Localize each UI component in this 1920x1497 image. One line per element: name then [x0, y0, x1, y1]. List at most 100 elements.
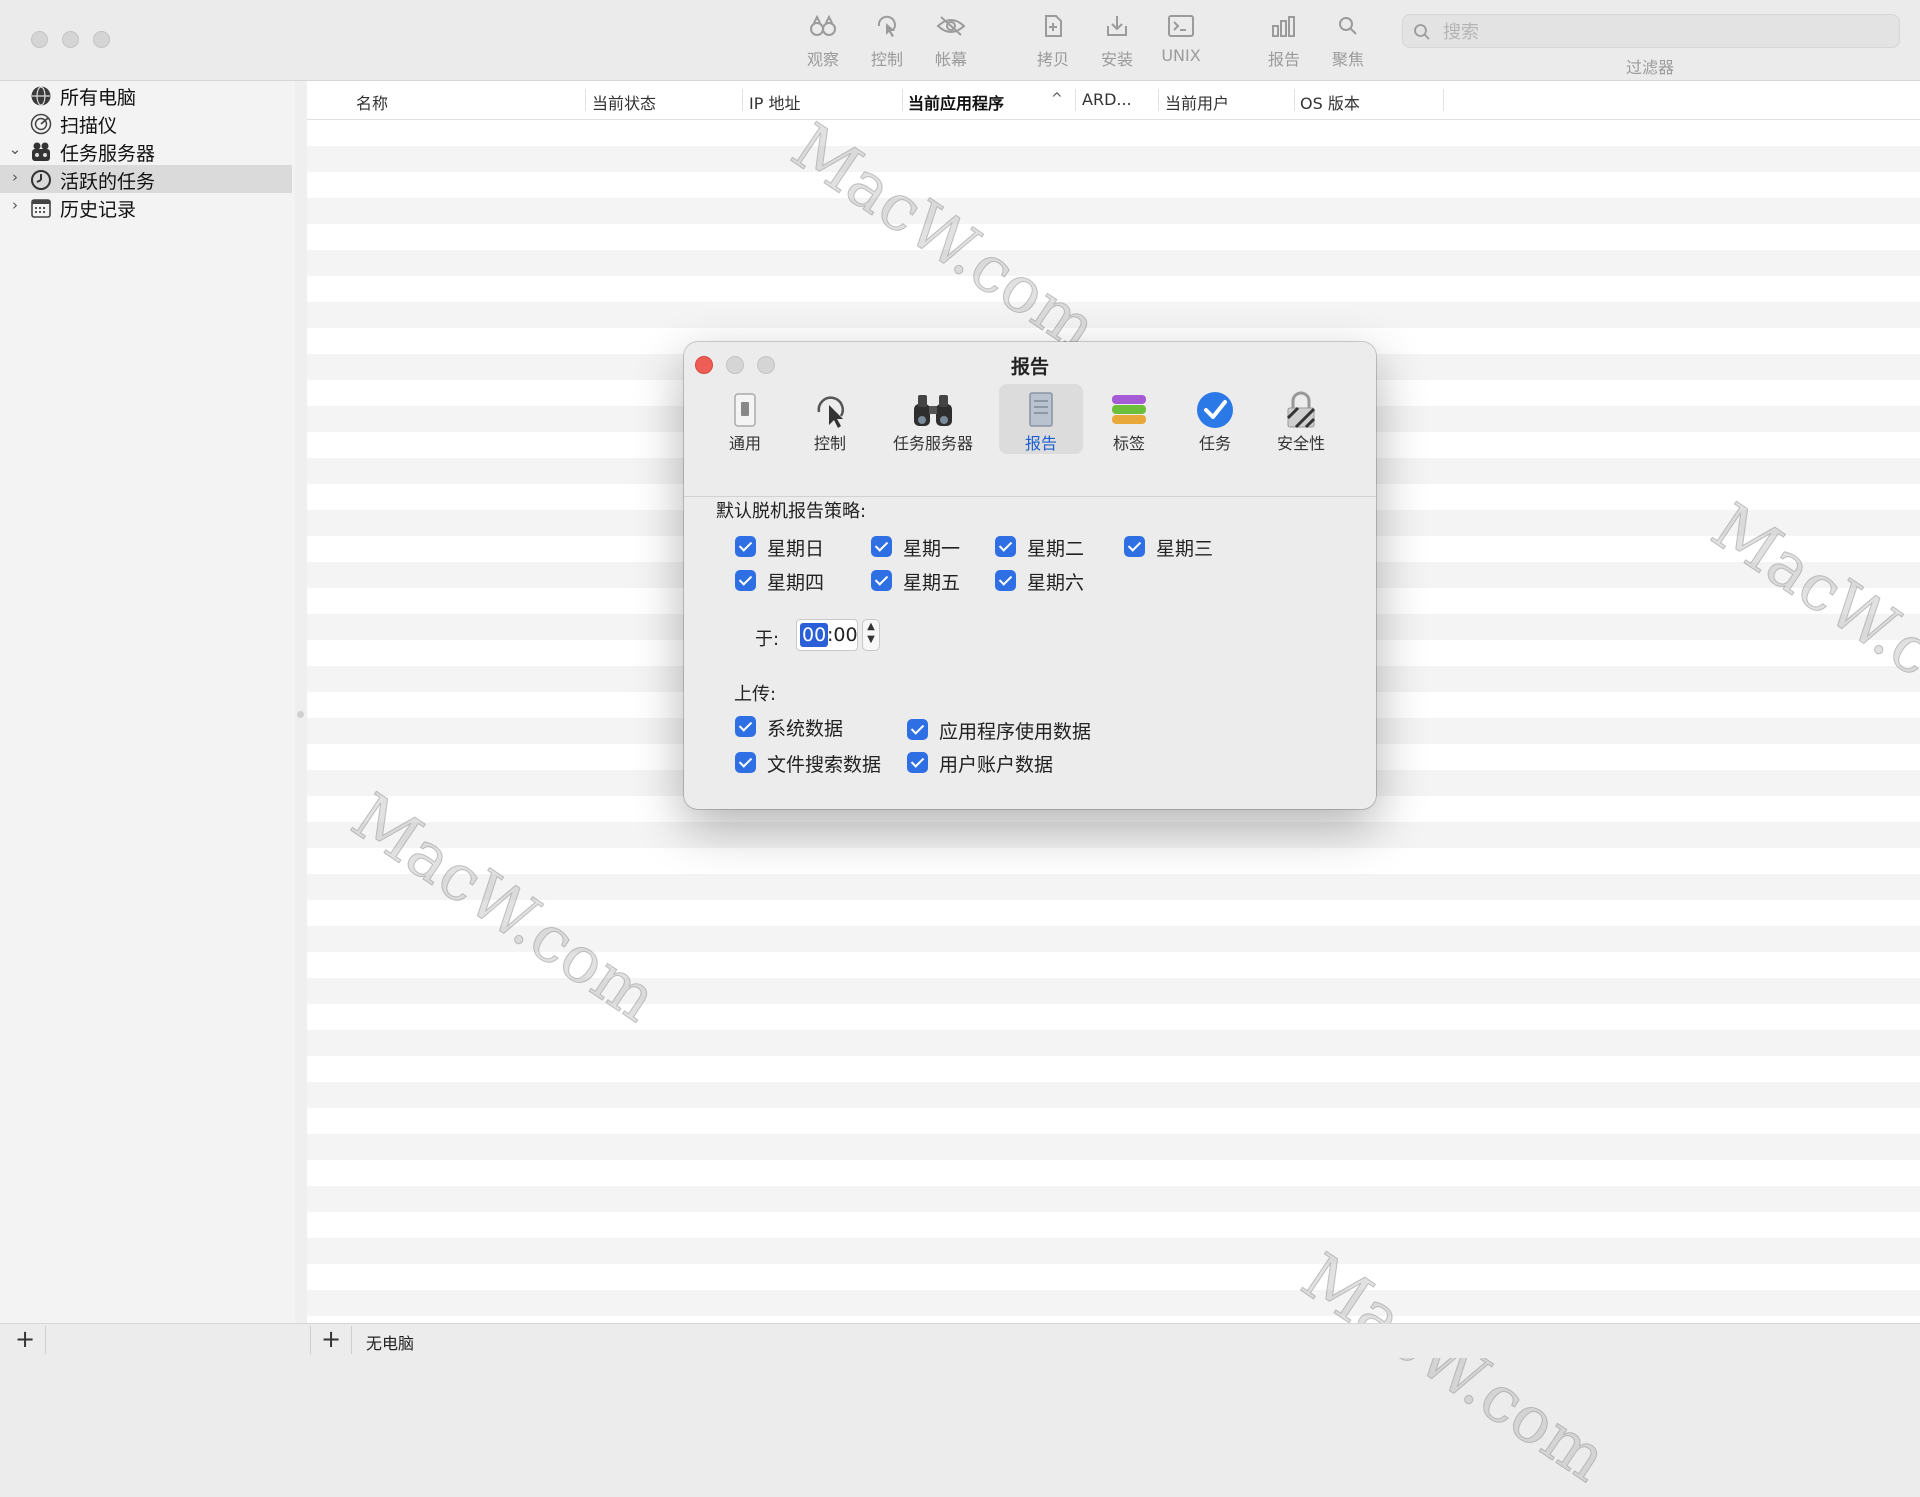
column-header-current-app[interactable]: 当前应用程序	[908, 90, 1004, 114]
checkbox-label: 星期三	[1156, 538, 1214, 560]
tags-stack-icon	[1112, 395, 1146, 424]
tab-control[interactable]: 控制	[788, 384, 872, 454]
time-stepper[interactable]: ▲ ▼	[862, 619, 880, 651]
time-label: 于:	[755, 629, 780, 650]
checkbox-checked[interactable]	[871, 536, 892, 557]
toolbar-install-button[interactable]: 安装	[1085, 14, 1149, 76]
column-divider[interactable]	[1294, 89, 1295, 111]
time-minute-segment[interactable]: :00	[827, 623, 858, 647]
eye-slash-icon	[936, 16, 966, 36]
dialog-title: 报告	[1010, 356, 1049, 378]
column-divider[interactable]	[1158, 89, 1159, 111]
sidebar-chevron: ›	[12, 196, 18, 214]
checkbox-checked[interactable]	[995, 536, 1016, 557]
tab-tasks[interactable]: 任务	[1173, 384, 1257, 454]
toolbar-copy-button[interactable]: 拷贝	[1021, 14, 1085, 76]
column-header-name[interactable]: 名称	[356, 90, 388, 114]
globe-icon	[31, 86, 51, 106]
column-header-status[interactable]: 当前状态	[592, 90, 656, 114]
checkbox-label: 用户账户数据	[939, 754, 1054, 776]
preference-tabs: 通用 控制 任务服务器 报告 标签 任务 安全性	[684, 384, 1376, 497]
sidebar-item-active-tasks[interactable]: › 活跃的任务	[0, 165, 292, 193]
toolbar-label: 安装	[1100, 50, 1133, 69]
sidebar-chevron: ›	[12, 168, 18, 186]
checkbox-checked[interactable]	[907, 719, 928, 740]
toolbar-control-button[interactable]: 控制	[855, 14, 919, 76]
add-computer-button[interactable]: +	[310, 1326, 352, 1354]
checkmark-circle-icon	[1197, 392, 1233, 428]
toolbar-curtain-button[interactable]: 帐幕	[919, 14, 983, 76]
tab-reports[interactable]: 报告	[999, 384, 1083, 454]
column-header-current-user[interactable]: 当前用户	[1165, 90, 1229, 114]
checkbox-checked[interactable]	[995, 570, 1016, 591]
sidebar-chevron: ⌄	[8, 140, 22, 158]
sort-ascending-icon: ^	[1051, 91, 1063, 107]
tab-security[interactable]: 安全性	[1259, 384, 1343, 454]
sidebar-item-label: 任务服务器	[60, 143, 156, 165]
column-header-ip[interactable]: IP 地址	[749, 90, 800, 114]
scanner-radar-icon	[30, 113, 52, 135]
tab-label: 报告	[1024, 434, 1057, 453]
column-header-ard[interactable]: ARD...	[1082, 90, 1132, 109]
toolbar-label: 聚焦	[1331, 50, 1364, 69]
time-input[interactable]: 00 :00	[796, 619, 858, 651]
table-header: 名称 当前状态 IP 地址 当前应用程序 ^ ARD... 当前用户 OS 版本	[307, 81, 1920, 120]
sidebar-item-history[interactable]: › 历史记录	[0, 193, 292, 221]
column-divider[interactable]	[742, 89, 743, 111]
toolbar-observe-button[interactable]: 观察	[791, 14, 855, 76]
toolbar-label: 拷贝	[1036, 50, 1069, 69]
close-window-button[interactable]	[31, 31, 48, 48]
splitter-handle[interactable]	[297, 711, 304, 718]
search-field[interactable]	[1402, 14, 1900, 48]
column-divider[interactable]	[1075, 89, 1076, 111]
sidebar-item-all-computers[interactable]: 所有电脑	[0, 81, 292, 109]
checkbox-label: 应用程序使用数据	[939, 721, 1092, 743]
checkbox-checked[interactable]	[735, 716, 756, 737]
column-divider[interactable]	[585, 89, 586, 111]
column-header-os-version[interactable]: OS 版本	[1300, 90, 1360, 114]
tab-label: 任务	[1198, 434, 1231, 453]
column-divider[interactable]	[902, 89, 903, 111]
clock-icon	[31, 170, 51, 190]
control-cursor-icon	[877, 15, 896, 37]
copy-doc-icon	[1045, 15, 1062, 37]
sidebar-item-scanner[interactable]: 扫描仪	[0, 109, 292, 137]
checkbox-checked[interactable]	[735, 752, 756, 773]
toolbar-spotlight-button[interactable]: 聚焦	[1316, 14, 1380, 76]
zoom-window-button[interactable]	[93, 31, 110, 48]
toolbar-report-button[interactable]: 报告	[1252, 14, 1316, 76]
tab-task-server[interactable]: 任务服务器	[884, 384, 982, 454]
minimize-window-button[interactable]	[62, 31, 79, 48]
control-cursor-icon	[817, 396, 844, 428]
checkbox-checked[interactable]	[735, 536, 756, 557]
binoculars-icon	[810, 14, 836, 36]
time-hour-segment[interactable]: 00	[800, 623, 829, 647]
tab-label: 任务服务器	[892, 434, 973, 453]
magnifier-icon	[1339, 17, 1357, 35]
checkbox-checked[interactable]	[907, 752, 928, 773]
checkbox-checked[interactable]	[735, 570, 756, 591]
terminal-icon	[1168, 15, 1194, 37]
sidebar-item-task-server[interactable]: ⌄ 任务服务器	[0, 137, 292, 165]
search-input[interactable]	[1441, 18, 1885, 46]
checkbox-label: 星期一	[903, 538, 961, 560]
calendar-icon	[31, 199, 51, 218]
tab-general[interactable]: 通用	[703, 384, 787, 454]
sidebar-splitter[interactable]	[295, 81, 307, 1323]
column-divider[interactable]	[1443, 89, 1444, 111]
search-icon	[1414, 24, 1430, 40]
chevron-up-icon[interactable]: ▲	[863, 620, 879, 633]
policy-section-label: 默认脱机报告策略:	[716, 501, 867, 522]
filter-label: 过滤器	[1625, 58, 1674, 77]
toolbar-unix-button[interactable]: UNIX	[1149, 14, 1213, 76]
checkbox-checked[interactable]	[871, 570, 892, 591]
checkbox-label: 文件搜索数据	[767, 754, 882, 776]
tab-labels[interactable]: 标签	[1087, 384, 1171, 454]
install-tray-icon	[1107, 16, 1127, 36]
bottom-bar: + + 无电脑	[0, 1323, 1920, 1358]
sidebar-item-label: 所有电脑	[60, 87, 137, 109]
add-list-button[interactable]: +	[5, 1326, 46, 1354]
checkbox-checked[interactable]	[1124, 536, 1145, 557]
toolbar: 观察 控制 帐幕 拷贝 安装 UNIX 报告 聚焦 搜索 过滤器	[0, 0, 1920, 81]
chevron-down-icon[interactable]: ▼	[863, 633, 879, 646]
